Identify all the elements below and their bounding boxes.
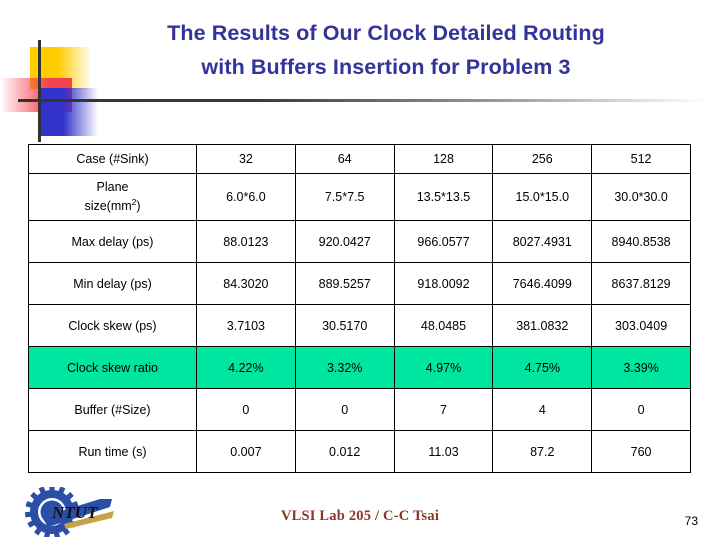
cell-buffer-32: 0 — [196, 388, 296, 431]
cell-case-512: 512 — [591, 144, 691, 174]
cell-runtime-128: 11.03 — [393, 430, 494, 473]
table-row: Plane size(mm2) 6.0*6.0 7.5*7.5 13.5*13.5… — [28, 173, 691, 221]
cell-mindelay-128: 918.0092 — [393, 262, 494, 305]
cell-mindelay-32: 84.3020 — [196, 262, 296, 305]
cell-runtime-512: 760 — [591, 430, 691, 473]
cell-skew-128: 48.0485 — [393, 304, 494, 347]
footer-caption: VLSI Lab 205 / C-C Tsai — [280, 508, 440, 524]
row-label-clock-skew: Clock skew (ps) — [28, 304, 197, 347]
row-label-plane-size: Plane size(mm2) — [28, 173, 197, 221]
cell-runtime-256: 87.2 — [492, 430, 593, 473]
cell-buffer-256: 4 — [492, 388, 593, 431]
cell-plane-64: 7.5*7.5 — [294, 173, 395, 221]
decoration-blue-block — [40, 88, 98, 136]
cell-skew-512: 303.0409 — [591, 304, 691, 347]
table-row-highlighted: Clock skew ratio 4.22% 3.32% 4.97% 4.75%… — [28, 346, 691, 389]
row-label-max-delay: Max delay (ps) — [28, 220, 197, 263]
cell-skewratio-512: 3.39% — [591, 346, 691, 389]
row-label-run-time: Run time (s) — [28, 430, 197, 473]
plane-label-line-1: Plane — [96, 179, 129, 194]
cell-mindelay-512: 8637.8129 — [591, 262, 691, 305]
cell-case-64: 64 — [294, 144, 395, 174]
table-row: Max delay (ps) 88.0123 920.0427 966.0577… — [28, 220, 691, 263]
page-number: 73 — [684, 514, 698, 528]
cell-maxdelay-512: 8940.8538 — [591, 220, 691, 263]
row-label-case: Case (#Sink) — [28, 144, 197, 174]
slide-title: The Results of Our Clock Detailed Routin… — [86, 16, 686, 84]
row-label-buffer: Buffer (#Size) — [28, 388, 197, 431]
table-row: Buffer (#Size) 0 0 7 4 0 — [28, 388, 691, 431]
row-label-clock-skew-ratio: Clock skew ratio — [28, 346, 197, 389]
decoration-red-block — [0, 78, 72, 112]
table-row: Min delay (ps) 84.3020 889.5257 918.0092… — [28, 262, 691, 305]
cell-skewratio-64: 3.32% — [294, 346, 395, 389]
cell-plane-256: 15.0*15.0 — [492, 173, 593, 221]
cell-mindelay-256: 7646.4099 — [492, 262, 593, 305]
cell-runtime-32: 0.007 — [196, 430, 296, 473]
plane-label-line-2-post: ) — [136, 199, 141, 214]
cell-runtime-64: 0.012 — [294, 430, 395, 473]
results-table-body: Case (#Sink) 32 64 128 256 512 Plane size… — [28, 144, 691, 473]
decoration-yellow-block — [30, 47, 92, 89]
cell-plane-32: 6.0*6.0 — [196, 173, 296, 221]
cell-plane-128: 13.5*13.5 — [393, 173, 494, 221]
cell-buffer-512: 0 — [591, 388, 691, 431]
cell-skewratio-128: 4.97% — [393, 346, 494, 389]
decoration-horizontal-rule — [18, 99, 706, 102]
cell-plane-512: 30.0*30.0 — [591, 173, 691, 221]
cell-skewratio-32: 4.22% — [196, 346, 296, 389]
table-row: Case (#Sink) 32 64 128 256 512 — [28, 144, 691, 174]
cell-case-128: 128 — [393, 144, 494, 174]
cell-maxdelay-32: 88.0123 — [196, 220, 296, 263]
slide-title-line-2: with Buffers Insertion for Problem 3 — [201, 55, 571, 79]
cell-skewratio-256: 4.75% — [492, 346, 593, 389]
cell-buffer-128: 7 — [393, 388, 494, 431]
cell-case-256: 256 — [492, 144, 593, 174]
table-row: Run time (s) 0.007 0.012 11.03 87.2 760 — [28, 430, 691, 473]
cell-buffer-64: 0 — [294, 388, 395, 431]
cell-skew-64: 30.5170 — [294, 304, 395, 347]
table-row: Clock skew (ps) 3.7103 30.5170 48.0485 3… — [28, 304, 691, 347]
cell-maxdelay-64: 920.0427 — [294, 220, 395, 263]
cell-maxdelay-128: 966.0577 — [393, 220, 494, 263]
cell-skew-32: 3.7103 — [196, 304, 296, 347]
cell-skew-256: 381.0832 — [492, 304, 593, 347]
plane-label-line-2-pre: size(mm — [84, 199, 132, 214]
cell-maxdelay-256: 8027.4931 — [492, 220, 593, 263]
slide-title-line-1: The Results of Our Clock Detailed Routin… — [167, 21, 605, 45]
results-table: Case (#Sink) 32 64 128 256 512 Plane size… — [28, 144, 691, 473]
decoration-vertical-line — [38, 40, 41, 142]
row-label-min-delay: Min delay (ps) — [28, 262, 197, 305]
cell-case-32: 32 — [196, 144, 296, 174]
cell-mindelay-64: 889.5257 — [294, 262, 395, 305]
